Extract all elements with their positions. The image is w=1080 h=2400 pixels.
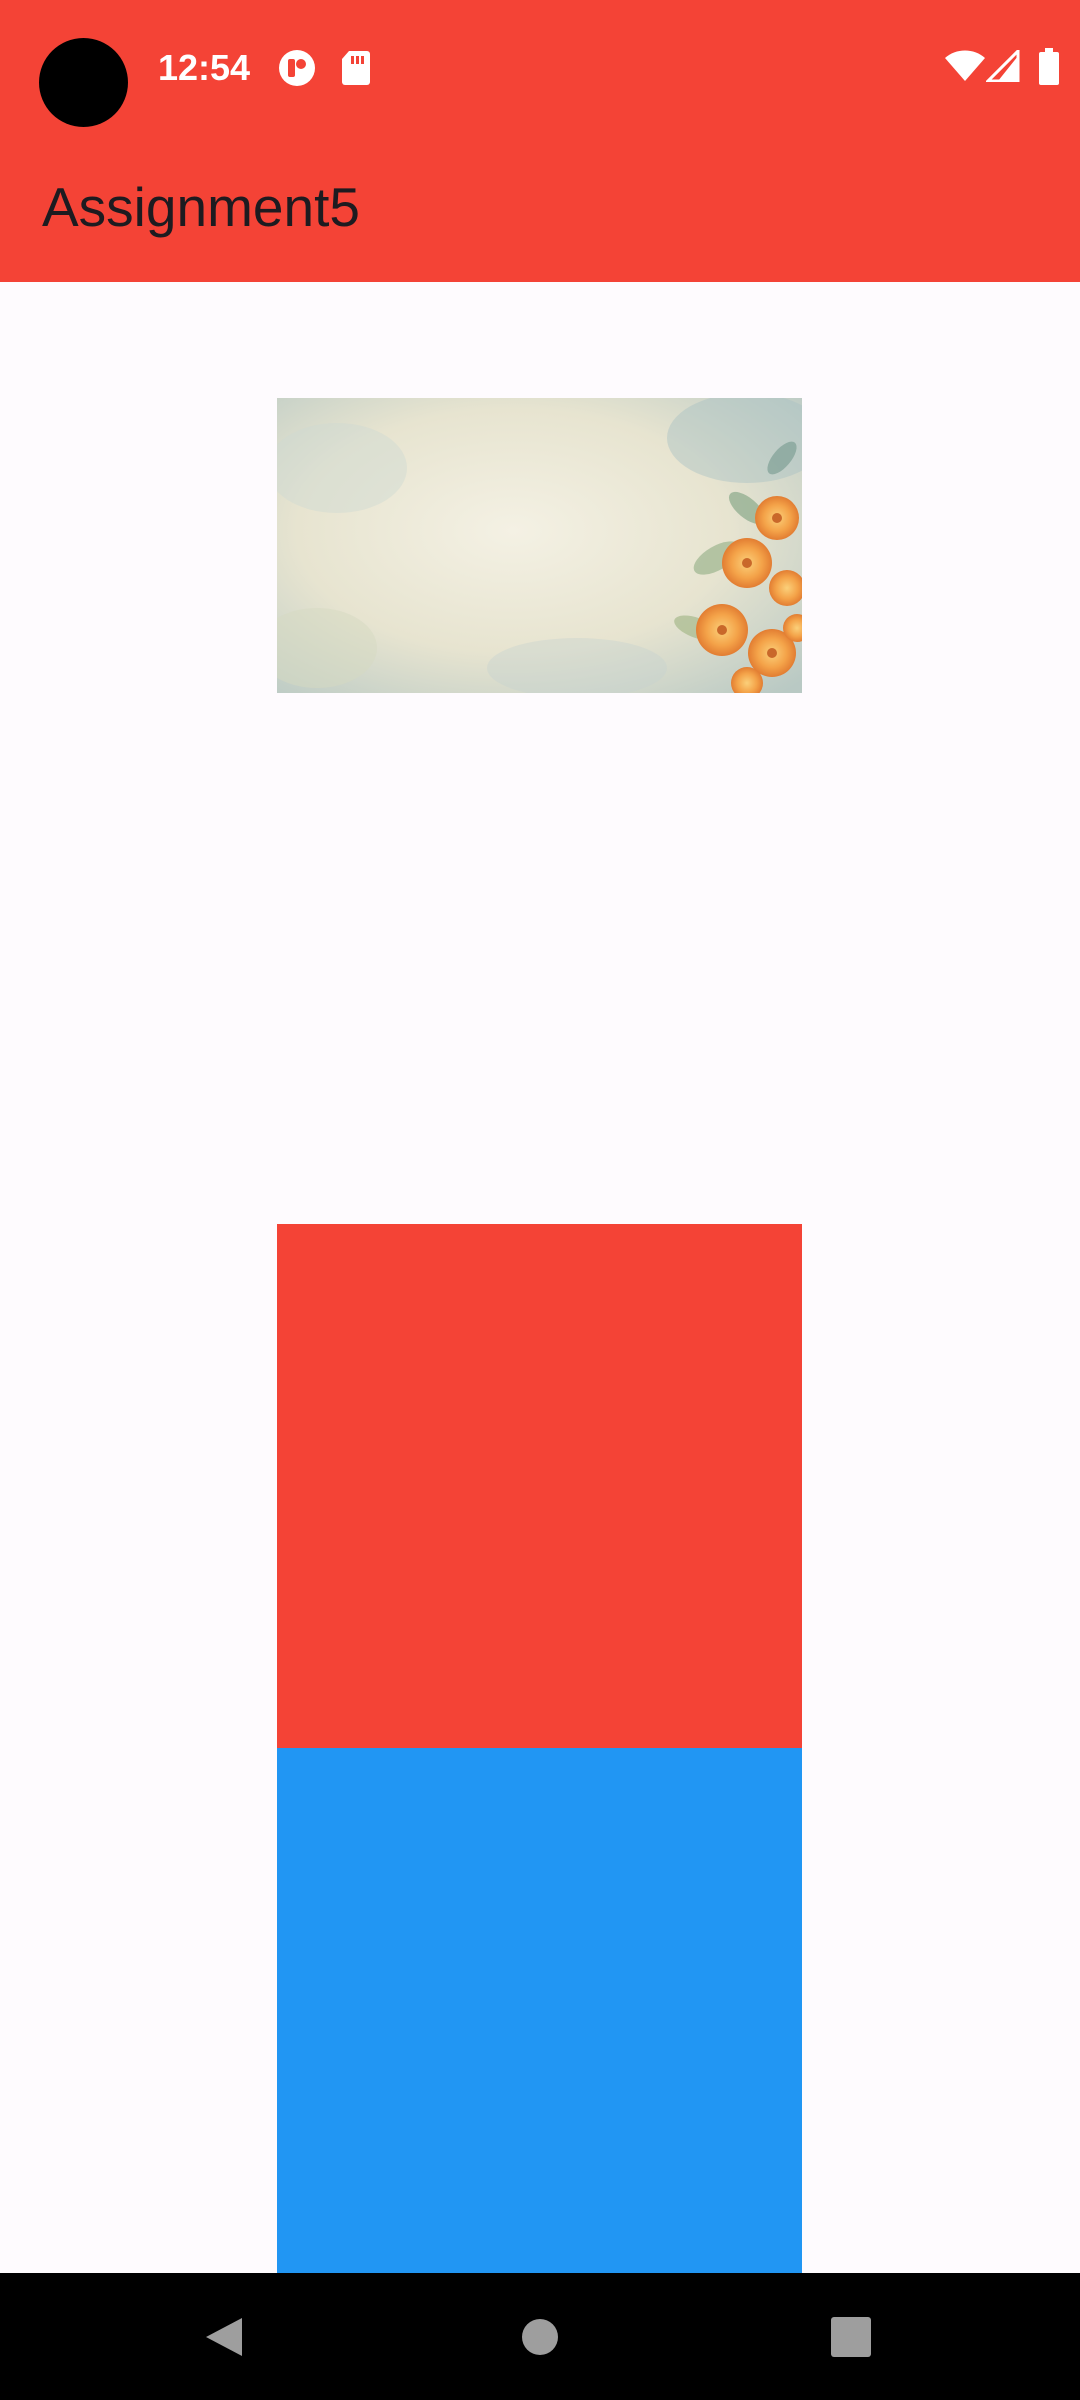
floral-background-image (277, 398, 802, 693)
red-box (277, 1224, 802, 1748)
status-time: 12:54 (158, 47, 251, 88)
home-icon[interactable] (502, 2299, 578, 2375)
wifi-icon (944, 50, 986, 88)
recents-icon[interactable] (813, 2299, 889, 2375)
cellular-signal-icon (986, 50, 1020, 88)
sd-card-icon (340, 49, 372, 87)
app-bar: 12:54 Assignment5 (0, 0, 1080, 282)
camera-cutout (39, 38, 128, 127)
blue-box (277, 1748, 802, 2273)
back-icon[interactable] (186, 2299, 262, 2375)
navigation-bar (0, 2273, 1080, 2400)
battery-icon (1038, 48, 1060, 86)
app-title: Assignment5 (42, 176, 360, 238)
notification-app-icon (278, 49, 316, 87)
